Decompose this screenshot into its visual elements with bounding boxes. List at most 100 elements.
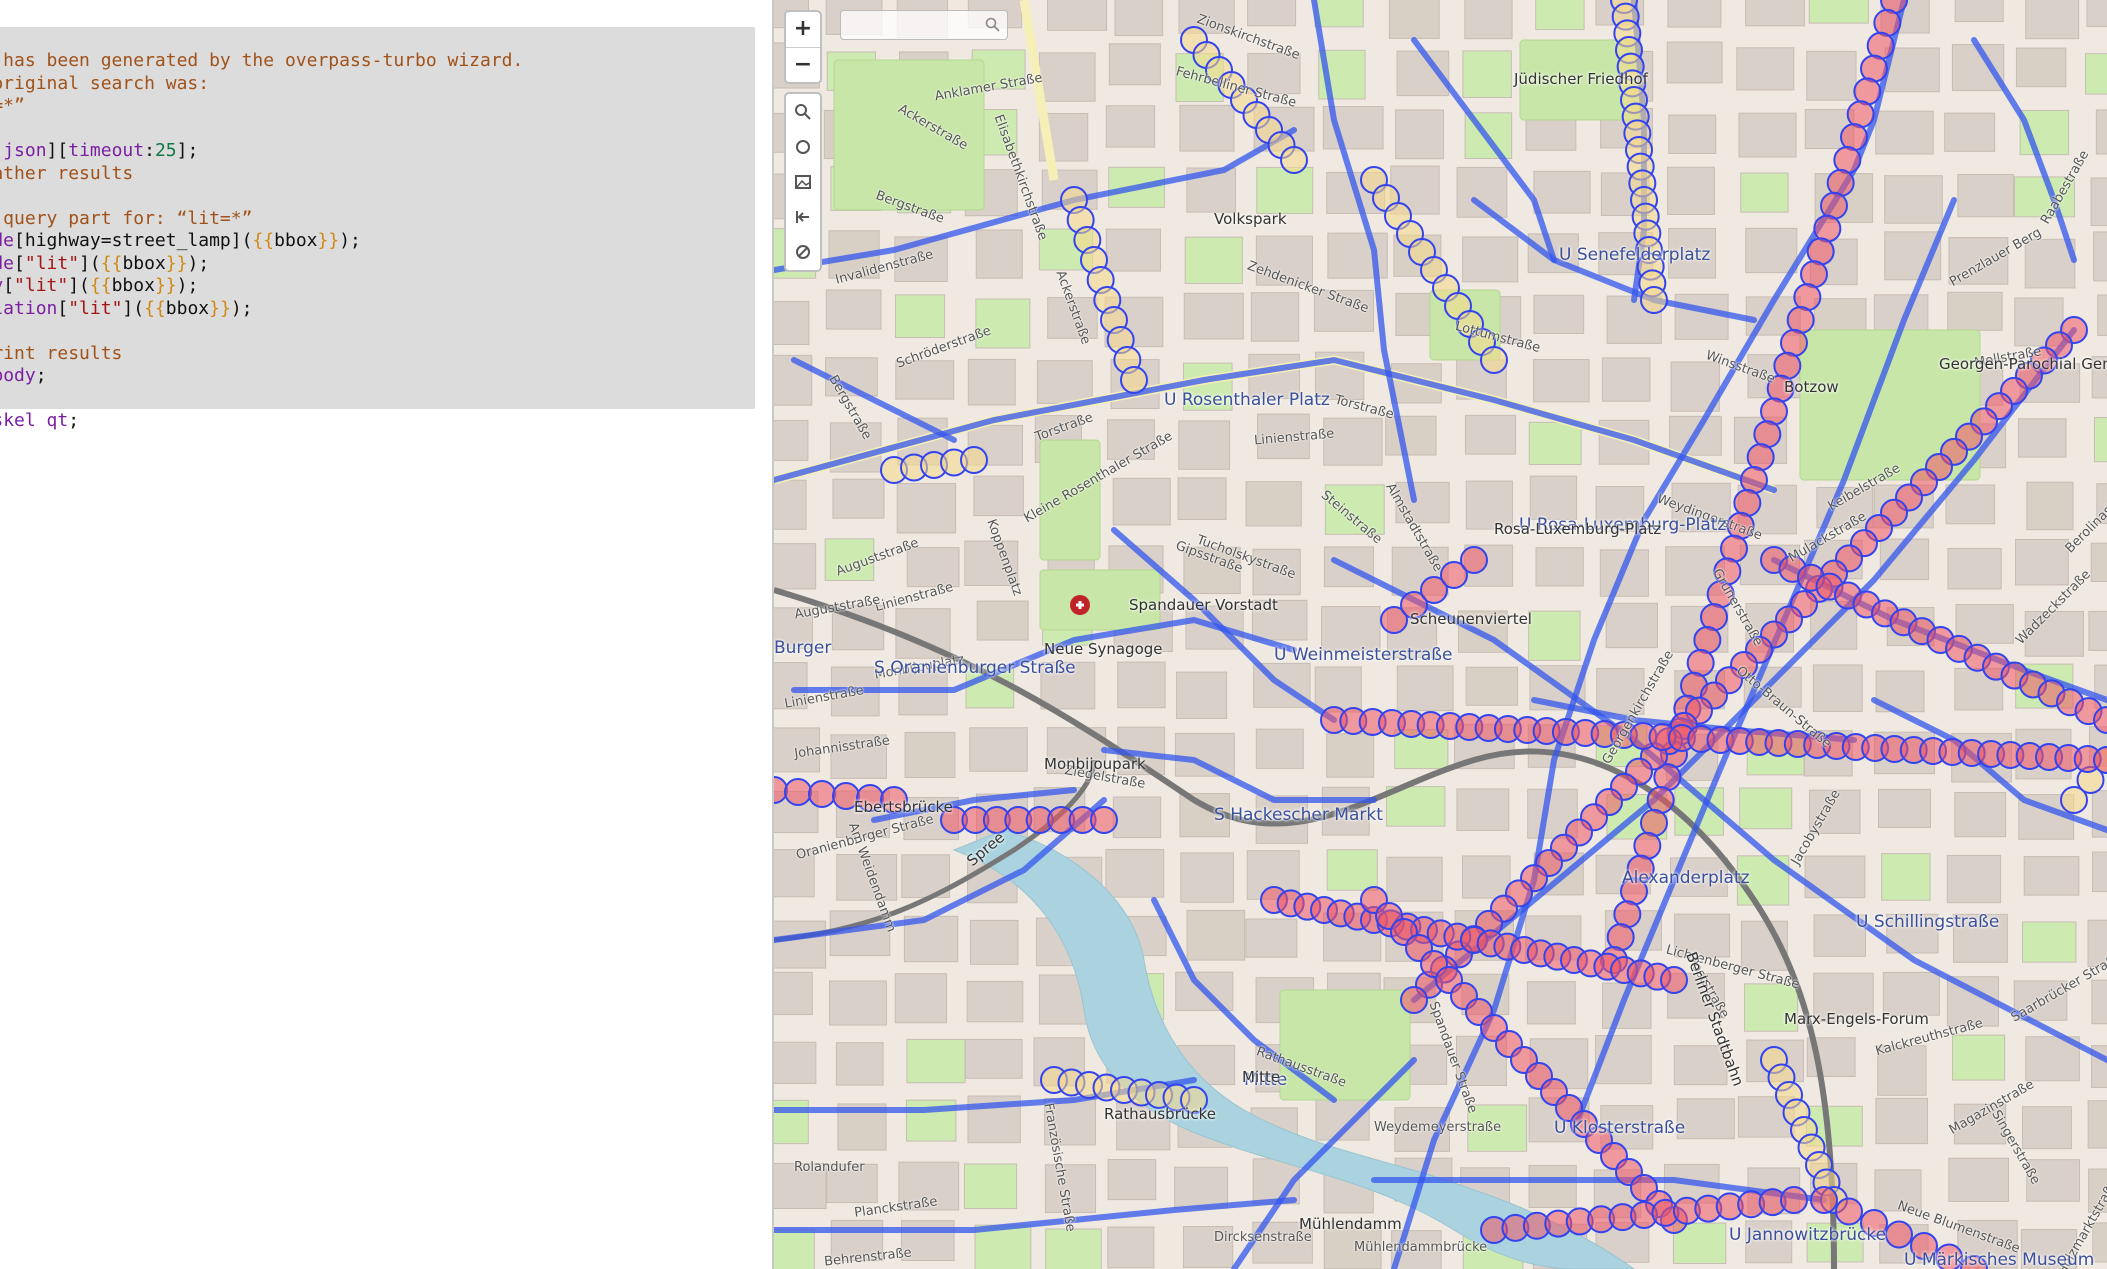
building-block [1326,733,1375,778]
building-block [1107,1226,1155,1269]
code-line[interactable]: // query part for: “lit=*” [0,208,252,230]
building-block [1944,112,1996,152]
code-token: bbox [274,230,318,251]
building-block [828,980,887,1026]
street-lamp-node [1780,1186,1808,1214]
building-block [894,973,948,1024]
building-block [1528,421,1582,466]
street-lamp-node [1885,1220,1913,1249]
building-block [976,600,1029,641]
building-block [1535,0,1585,31]
code-line[interactable]: “lit=*” [0,95,25,117]
building-block [1179,104,1235,152]
code-line[interactable]: out skel qt; [0,410,79,432]
locate-icon[interactable] [786,129,820,164]
street-lamp-node [832,782,860,810]
building-block [1529,475,1578,520]
building-block [1948,1157,2009,1202]
search-location-icon[interactable] [786,94,820,129]
code-token: ); [230,297,253,319]
street-lamp-node [1910,1232,1938,1260]
building-block [1947,291,2003,331]
building-block [1464,0,1513,40]
street-lamp-node [1460,546,1488,574]
street-lamp-node [856,784,884,812]
building-block [969,919,1019,965]
street-lamp-node [1120,366,1148,394]
building-block [1323,1220,1382,1269]
building-block [2086,0,2107,27]
map-search-input[interactable] [845,14,979,38]
code-line[interactable]: out body; [0,365,47,387]
code-token: bbox [111,275,155,296]
street-lamp-node [1640,286,1668,314]
building-block [1040,661,1096,710]
building-block [1738,112,1797,158]
code-token: timeout [68,140,145,161]
code-line[interactable]: // print results [0,343,122,365]
street-lamp-node [1090,806,1118,834]
building-block [1740,172,1789,213]
code-line[interactable]: node[highway=street_lamp]({{bbox}}); [0,230,361,252]
clear-data-icon[interactable] [786,234,820,269]
building-block [1462,50,1512,99]
code-line[interactable]: // gather results [0,163,133,185]
code-token: }} [317,230,340,251]
code-token: [highway=street_lamp]( [14,230,253,251]
building-block [1178,420,1231,470]
building-block [2017,418,2067,458]
map-view[interactable]: Ackerstraße Anklamer Straße Fehrbelliner S… [774,0,2107,1269]
code-line[interactable]: [out:json][timeout:25]; [0,140,198,162]
street-lamp-node [880,786,908,814]
building-block [1114,0,1164,37]
building-block [1465,666,1519,706]
building-block [1038,52,1096,102]
code-line[interactable]: node["lit"]({{bbox}}); [0,253,209,275]
building-block [2021,1106,2072,1150]
building-block [1533,294,1585,334]
code-line[interactable]: This has been generated by the overpass-… [0,50,523,72]
building-block [2093,231,2107,282]
code-line[interactable]: relation["lit"]({{bbox}}); [0,298,253,320]
building-block [1461,855,1511,899]
code-token: {{ [252,230,275,251]
building-block [2020,1229,2078,1269]
building-block [2092,1222,2107,1263]
map-canvas[interactable] [774,0,2107,1269]
building-block [904,731,956,779]
building-block [1745,227,1798,274]
street-lamp-node [1660,966,1688,994]
query-editor[interactable]: This has been generated by the overpass-… [0,0,772,1269]
building-block [1245,481,1302,527]
fit-data-icon[interactable] [786,199,820,234]
building-block [1255,235,1313,286]
building-block [1044,1098,1096,1146]
building-block [1467,1104,1528,1152]
code-line[interactable]: way["lit"]({{bbox}}); [0,275,198,297]
building-block [1045,1228,1102,1269]
code-token: // print results [0,342,123,364]
code-line[interactable]: The original search was: [0,73,209,95]
building-block [1667,166,1715,216]
code-token: }} [165,252,188,274]
building-block [1954,791,2007,838]
zoom-out-button[interactable]: − [786,48,820,82]
building-block [1674,913,1731,958]
building-block [1107,1158,1157,1201]
building-block [830,1219,884,1262]
code-token: "lit" [14,275,69,296]
building-block [964,1038,1023,1079]
building-block [1535,547,1584,587]
building-block [967,358,1016,406]
export-image-icon[interactable] [786,164,820,199]
building-block [1674,293,1729,340]
code-token: The original search was: [0,72,210,94]
zoom-in-button[interactable]: + [786,12,820,48]
building-block [1177,477,1227,520]
building-block [1245,918,1298,958]
building-block [774,479,807,530]
building-block [1952,913,2008,963]
building-block [1044,1164,1097,1213]
search-icon[interactable] [985,17,1001,38]
building-block [1395,481,1450,524]
